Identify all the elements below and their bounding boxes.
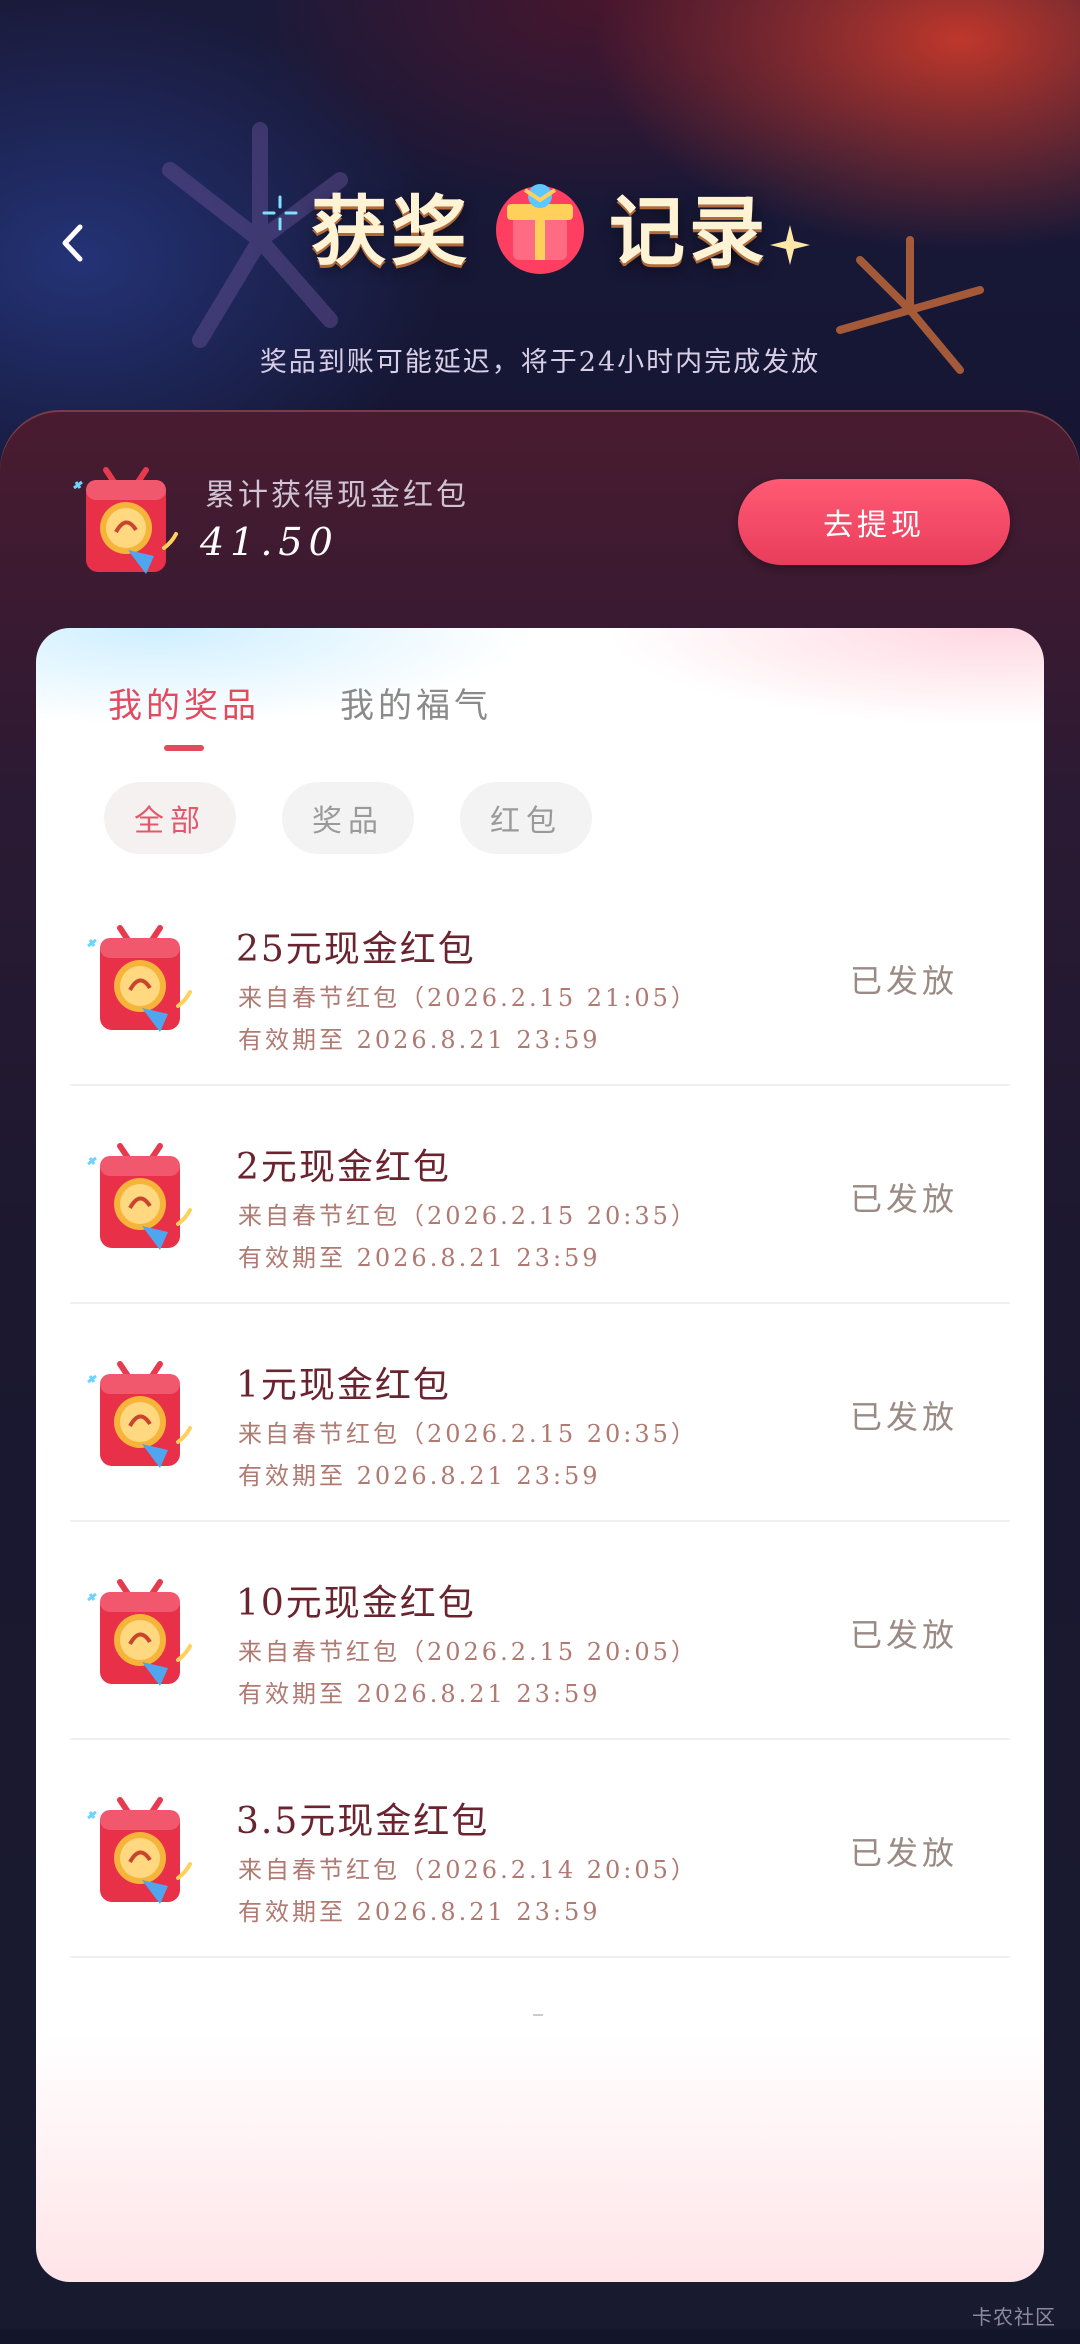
tab-my-blessings[interactable]: 我的福气 bbox=[340, 678, 492, 751]
red-envelope-icon bbox=[87, 1361, 192, 1468]
record-status: 已发放 bbox=[849, 1616, 958, 1654]
page-subtitle: 奖品到账可能延迟，将于24小时内完成发放 bbox=[259, 347, 821, 378]
record-source: 来自春节红包（2026.2.14 20:05） bbox=[238, 1856, 698, 1884]
red-envelope-icon bbox=[73, 467, 178, 574]
record-expiry: 有效期至 2026.8.21 23:59 bbox=[238, 1898, 601, 1926]
tab-my-prizes[interactable]: 我的奖品 bbox=[108, 678, 260, 751]
list-item[interactable]: 2元现金红包 来自春节红包（2026.2.15 20:35） 有效期至 2026… bbox=[70, 1086, 1010, 1304]
tab-bar: 我的奖品 我的福气 bbox=[108, 678, 492, 751]
list-item[interactable]: 3.5元现金红包 来自春节红包（2026.2.14 20:05） 有效期至 20… bbox=[70, 1740, 1010, 1958]
withdraw-button[interactable]: 去提现 bbox=[738, 479, 1010, 565]
gift-box-icon bbox=[496, 184, 584, 274]
summary-label: 累计获得现金红包 bbox=[205, 478, 469, 513]
list-end-indicator bbox=[533, 2014, 543, 2016]
record-source: 来自春节红包（2026.2.15 20:35） bbox=[238, 1202, 698, 1230]
record-status: 已发放 bbox=[849, 1180, 958, 1218]
prize-card: 我的奖品 我的福气 全部 奖品 红包 25元现金红包 来自春节红包（2026.2… bbox=[36, 628, 1044, 2282]
title-text-right: 记录 bbox=[609, 187, 769, 276]
record-source: 来自春节红包（2026.2.15 20:05） bbox=[238, 1638, 698, 1666]
record-source: 来自春节红包（2026.2.15 20:35） bbox=[238, 1420, 698, 1448]
record-title: 25元现金红包 bbox=[236, 929, 476, 970]
summary-amount: 41.50 bbox=[200, 520, 339, 564]
list-item[interactable]: 1元现金红包 来自春节红包（2026.2.15 20:35） 有效期至 2026… bbox=[70, 1304, 1010, 1522]
page-title: 获奖 记录 bbox=[0, 170, 1080, 280]
filter-red-envelopes[interactable]: 红包 bbox=[460, 782, 592, 854]
filter-all[interactable]: 全部 bbox=[104, 782, 236, 854]
filter-chips: 全部 奖品 红包 bbox=[104, 782, 592, 854]
red-envelope-icon bbox=[87, 1143, 192, 1250]
list-item[interactable]: 10元现金红包 来自春节红包（2026.2.15 20:05） 有效期至 202… bbox=[70, 1522, 1010, 1740]
record-list: 25元现金红包 来自春节红包（2026.2.15 21:05） 有效期至 202… bbox=[70, 868, 1010, 1958]
filter-prizes[interactable]: 奖品 bbox=[282, 782, 414, 854]
record-title: 1元现金红包 bbox=[236, 1365, 451, 1406]
record-expiry: 有效期至 2026.8.21 23:59 bbox=[238, 1026, 601, 1054]
record-expiry: 有效期至 2026.8.21 23:59 bbox=[238, 1244, 601, 1272]
record-expiry: 有效期至 2026.8.21 23:59 bbox=[238, 1462, 601, 1490]
title-text-left: 获奖 bbox=[311, 187, 471, 276]
record-status: 已发放 bbox=[849, 1398, 958, 1436]
red-envelope-icon bbox=[87, 1579, 192, 1686]
page-root: 获奖 记录 奖品到账可能延迟，将于24小时内完成发放 累计获得现金红包 41.5… bbox=[0, 0, 1080, 2344]
record-status: 已发放 bbox=[849, 1834, 958, 1872]
red-envelope-icon bbox=[87, 1797, 192, 1904]
watermark: 卡农社区 bbox=[972, 2305, 1056, 2329]
red-envelope-icon bbox=[87, 925, 192, 1032]
record-expiry: 有效期至 2026.8.21 23:59 bbox=[238, 1680, 601, 1708]
record-title: 3.5元现金红包 bbox=[236, 1801, 490, 1842]
record-status: 已发放 bbox=[849, 962, 958, 1000]
record-title: 10元现金红包 bbox=[236, 1583, 476, 1624]
record-title: 2元现金红包 bbox=[236, 1147, 451, 1188]
list-item[interactable]: 25元现金红包 来自春节红包（2026.2.15 21:05） 有效期至 202… bbox=[70, 868, 1010, 1086]
record-source: 来自春节红包（2026.2.15 21:05） bbox=[238, 984, 698, 1012]
